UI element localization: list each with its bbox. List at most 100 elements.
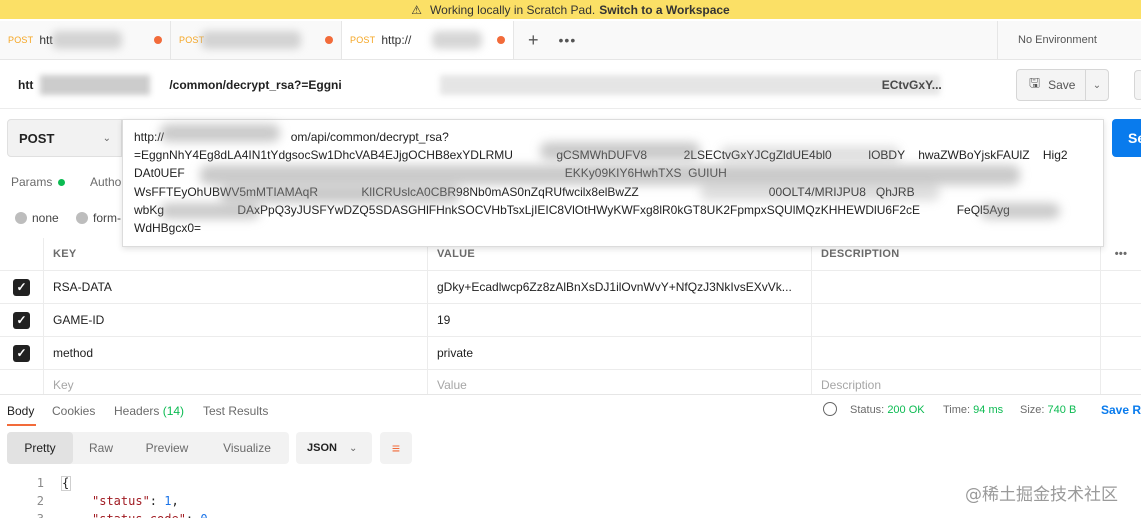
unsaved-dot-icon bbox=[325, 36, 333, 44]
mode-preview[interactable]: Preview bbox=[129, 432, 205, 464]
scratch-pad-banner: ⚠ Working locally in Scratch Pad. Switch… bbox=[0, 0, 1141, 19]
edge-button[interactable] bbox=[1134, 70, 1141, 100]
new-tab-plus-icon[interactable]: + bbox=[528, 30, 539, 51]
redaction-blur bbox=[720, 146, 900, 162]
row-checkbox-cell: ✓ bbox=[0, 271, 44, 303]
time-info[interactable]: Time: 94 ms bbox=[943, 404, 1003, 416]
request-title-row: htt/common/decrypt_rsa?=EggniECtvGxY... bbox=[0, 61, 1141, 109]
more-options-icon[interactable]: ••• bbox=[559, 32, 577, 48]
send-button[interactable]: Se bbox=[1112, 119, 1141, 157]
key-placeholder[interactable]: Key bbox=[44, 370, 428, 394]
table-row: ✓ RSA-DATA gDky+Ecadlwcp6Zz8zAlBnXsDJ1il… bbox=[0, 271, 1141, 304]
time-label: Time: bbox=[943, 404, 971, 416]
response-tabs-bar: Body Cookies Headers (14) Test Results S… bbox=[0, 394, 1141, 426]
tab-params[interactable]: Params bbox=[11, 175, 66, 189]
redaction-blur bbox=[980, 203, 1060, 219]
radio-form-data[interactable] bbox=[76, 212, 88, 224]
row-description[interactable] bbox=[812, 271, 1101, 303]
json-colon: : bbox=[149, 494, 165, 508]
save-icon: 🖫 bbox=[1029, 75, 1041, 90]
save-response-button[interactable]: Save R bbox=[1101, 403, 1141, 417]
row-checkbox[interactable]: ✓ bbox=[13, 278, 30, 296]
json-key: "status_code" bbox=[92, 512, 186, 518]
unsaved-dot-icon bbox=[154, 36, 162, 44]
redaction-blur bbox=[40, 75, 150, 95]
tab-cookies[interactable]: Cookies bbox=[52, 404, 95, 418]
size-info[interactable]: Size: 740 B bbox=[1020, 404, 1076, 416]
json-key: "status" bbox=[92, 494, 150, 508]
tab-method: POST bbox=[350, 35, 376, 45]
wrap-lines-icon[interactable]: ≡ bbox=[380, 432, 412, 464]
redaction-blur bbox=[432, 31, 482, 49]
active-tab-underline bbox=[7, 424, 36, 426]
title-start: htt bbox=[18, 78, 34, 92]
json-comma: , bbox=[171, 494, 179, 508]
params-label: Params bbox=[11, 175, 53, 189]
row-options bbox=[1101, 337, 1141, 369]
request-tab-3[interactable]: POST http:// bbox=[342, 21, 514, 59]
headers-label: Headers bbox=[114, 404, 160, 418]
tab-actions: + ••• bbox=[514, 21, 590, 59]
format-label: JSON bbox=[307, 442, 337, 454]
environment-label: No Environment bbox=[1018, 34, 1097, 46]
status-info[interactable]: Status: 200 OK bbox=[850, 404, 925, 416]
headers-count: (14) bbox=[162, 404, 185, 418]
mode-raw[interactable]: Raw bbox=[73, 432, 129, 464]
mode-visualize[interactable]: Visualize bbox=[205, 432, 289, 464]
tab-test-results[interactable]: Test Results bbox=[203, 404, 268, 418]
http-method-select[interactable]: POST ⌄ bbox=[7, 119, 122, 157]
switch-workspace-link[interactable]: Switch to a Workspace bbox=[599, 3, 729, 17]
tab-headers[interactable]: Headers (14) bbox=[114, 404, 184, 418]
tab-body[interactable]: Body bbox=[7, 404, 34, 418]
format-select[interactable]: JSON ⌄ bbox=[296, 432, 372, 464]
row-options bbox=[1101, 271, 1141, 303]
redaction-blur bbox=[160, 124, 280, 142]
size-label: Size: bbox=[1020, 404, 1045, 416]
warning-icon: ⚠ bbox=[411, 2, 423, 17]
table-row: ✓ method private bbox=[0, 337, 1141, 370]
globe-icon[interactable] bbox=[823, 402, 837, 416]
row-checkbox-cell: ✓ bbox=[0, 304, 44, 336]
value-placeholder[interactable]: Value bbox=[428, 370, 812, 394]
redaction-blur bbox=[201, 31, 301, 49]
row-key[interactable]: RSA-DATA bbox=[44, 271, 428, 303]
row-value[interactable]: gDky+Ecadlwcp6Zz8zAlBnXsDJ1ilOvnWvY+NfQz… bbox=[428, 271, 812, 303]
params-active-dot-icon bbox=[58, 179, 66, 187]
row-key[interactable]: GAME-ID bbox=[44, 304, 428, 336]
request-tab-2[interactable]: POST bbox=[171, 21, 342, 59]
banner-text: Working locally in Scratch Pad. bbox=[430, 2, 596, 17]
request-tab-1[interactable]: POST htt bbox=[0, 21, 171, 59]
line-number: 3 bbox=[28, 512, 44, 518]
line-number: 2 bbox=[36, 494, 44, 508]
redaction-blur bbox=[700, 183, 940, 201]
redaction-blur bbox=[200, 165, 1020, 185]
view-mode-group: Pretty Raw Preview Visualize bbox=[7, 432, 289, 464]
line-number: 1 bbox=[36, 476, 44, 490]
status-label: Status: bbox=[850, 404, 885, 416]
row-checkbox[interactable]: ✓ bbox=[13, 311, 30, 329]
mode-pretty[interactable]: Pretty bbox=[7, 432, 73, 464]
tab-authorization[interactable]: Autho bbox=[90, 175, 121, 189]
method-label: POST bbox=[19, 130, 55, 146]
radio-none-label: none bbox=[32, 211, 59, 225]
row-options bbox=[1101, 304, 1141, 336]
row-description[interactable] bbox=[812, 337, 1101, 369]
redaction-blur bbox=[540, 142, 700, 160]
environment-selector[interactable]: No Environment bbox=[997, 21, 1141, 59]
radio-form-label: form- bbox=[93, 211, 121, 225]
code-line: "status": 1, bbox=[92, 494, 179, 508]
save-button[interactable]: 🖫 Save bbox=[1016, 69, 1086, 101]
size-value: 740 B bbox=[1047, 404, 1077, 416]
row-value[interactable]: 19 bbox=[428, 304, 812, 336]
table-options-icon[interactable]: ••• bbox=[1101, 238, 1141, 270]
radio-none[interactable] bbox=[15, 212, 27, 224]
save-options-chevron-icon[interactable]: ⌄ bbox=[1085, 69, 1109, 101]
description-placeholder[interactable]: Description bbox=[812, 370, 1101, 394]
code-line: { bbox=[62, 476, 70, 490]
row-value[interactable]: private bbox=[428, 337, 812, 369]
row-description[interactable] bbox=[812, 304, 1101, 336]
tab-method: POST bbox=[8, 35, 34, 45]
row-checkbox[interactable]: ✓ bbox=[13, 344, 30, 362]
request-tabs-bar: POST htt POST POST http:// + ••• No Envi… bbox=[0, 21, 1141, 60]
row-key[interactable]: method bbox=[44, 337, 428, 369]
